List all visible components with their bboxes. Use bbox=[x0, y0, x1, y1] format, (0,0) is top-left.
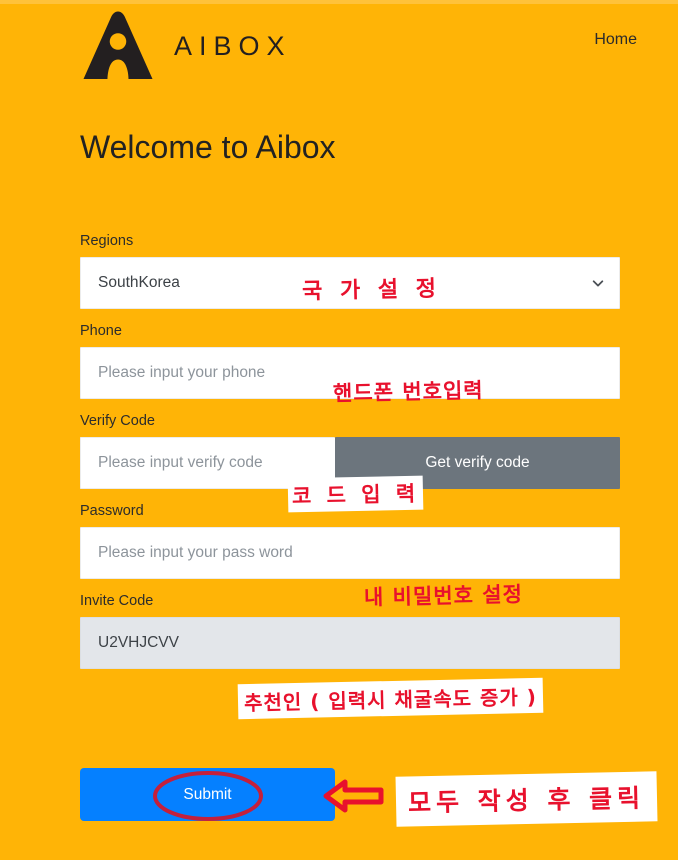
field-group-phone: Phone Please input your phone bbox=[80, 322, 620, 399]
registration-form: Regions SouthKorea Phone Please input yo… bbox=[80, 232, 620, 682]
label-verify-code: Verify Code bbox=[80, 413, 155, 429]
brand-name: AIBOX bbox=[174, 30, 292, 61]
nav-home-link[interactable]: Home bbox=[594, 31, 637, 49]
chevron-down-icon bbox=[592, 280, 604, 287]
label-phone: Phone bbox=[80, 323, 122, 339]
get-verify-code-button[interactable]: Get verify code bbox=[335, 437, 620, 489]
input-password[interactable]: Please input your pass word bbox=[80, 527, 620, 579]
page-header: AIBOX Home bbox=[0, 0, 678, 92]
registration-page: AIBOX Home Welcome to Aibox Regions Sout… bbox=[0, 0, 678, 860]
input-phone[interactable]: Please input your phone bbox=[80, 347, 620, 399]
submit-row: Submit bbox=[80, 768, 620, 824]
annotation-invite-code: 추천인 ( 입력시 채굴속도 증가 ) bbox=[237, 677, 544, 720]
field-group-invite-code: Invite Code U2VHJCVV bbox=[80, 592, 620, 669]
brand-logo[interactable]: AIBOX bbox=[80, 10, 292, 82]
label-invite-code: Invite Code bbox=[80, 593, 154, 609]
field-group-password: Password Please input your pass word bbox=[80, 502, 620, 579]
page-title: Welcome to Aibox bbox=[80, 129, 336, 166]
aibox-a-logo-icon bbox=[83, 11, 153, 79]
input-password-placeholder: Please input your pass word bbox=[98, 544, 293, 561]
label-regions: Regions bbox=[80, 233, 134, 249]
field-group-regions: Regions SouthKorea bbox=[80, 232, 620, 309]
input-group-verify-code: Please input verify code Get verify code bbox=[80, 437, 620, 489]
input-invite-code[interactable]: U2VHJCVV bbox=[80, 617, 620, 669]
submit-button[interactable]: Submit bbox=[80, 768, 335, 821]
input-invite-code-value: U2VHJCVV bbox=[98, 634, 179, 651]
select-regions[interactable]: SouthKorea bbox=[80, 257, 620, 309]
label-password: Password bbox=[80, 503, 144, 519]
input-verify-code[interactable]: Please input verify code bbox=[80, 437, 335, 489]
select-regions-value: SouthKorea bbox=[98, 274, 180, 291]
field-group-verify-code: Verify Code Please input verify code Get… bbox=[80, 412, 620, 489]
input-verify-code-placeholder: Please input verify code bbox=[98, 454, 263, 471]
input-phone-placeholder: Please input your phone bbox=[98, 364, 266, 381]
